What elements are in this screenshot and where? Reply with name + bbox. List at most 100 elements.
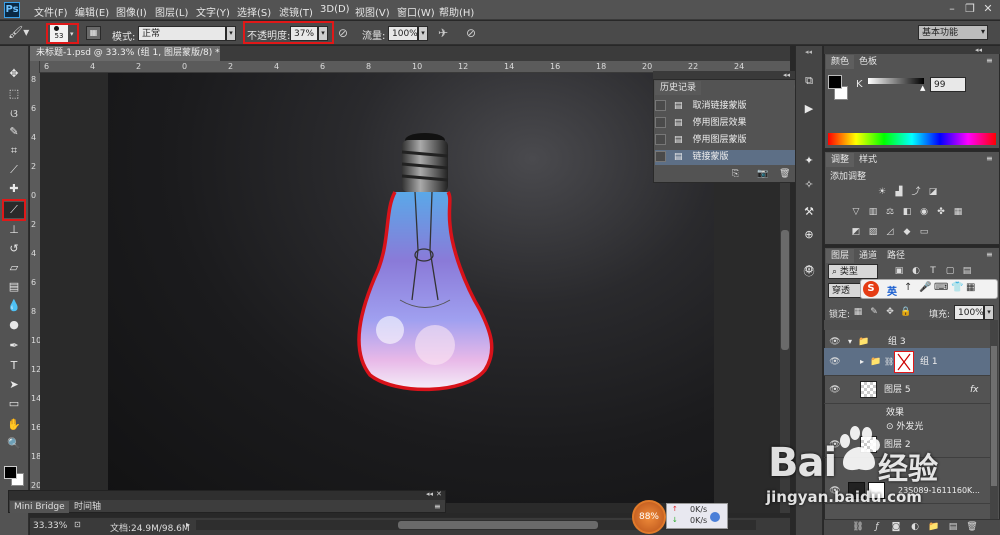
menu-edit[interactable]: 编辑(E): [75, 4, 109, 19]
tab-timeline[interactable]: 时间轴: [70, 501, 105, 513]
eraser-tool-icon[interactable]: ▱: [4, 260, 24, 276]
rectangle-tool-icon[interactable]: ▭: [4, 396, 24, 412]
posterize-icon[interactable]: ▨: [867, 226, 879, 238]
ime-voice-icon[interactable]: 🎤: [919, 282, 931, 293]
brush-panel-icon[interactable]: ✧: [800, 176, 818, 194]
actions-panel-icon[interactable]: ▶: [800, 100, 818, 118]
quick-select-tool-icon[interactable]: ✎: [4, 124, 24, 140]
vibrance-icon[interactable]: ▽: [850, 206, 862, 218]
mini-bridge-collapse-icon[interactable]: ◂◂: [426, 490, 433, 498]
history-item[interactable]: ▤ 取消链接蒙版: [655, 99, 801, 114]
mask-link-icon[interactable]: ⛓: [884, 348, 894, 376]
dodge-tool-icon[interactable]: ●: [4, 317, 24, 333]
new-snapshot-icon[interactable]: 📷: [757, 169, 768, 179]
history-tab[interactable]: 历史记录: [655, 81, 702, 95]
layers-menu-icon[interactable]: ≡: [986, 250, 993, 259]
new-layer-icon[interactable]: ▤: [947, 521, 959, 533]
tab-layers[interactable]: 图层: [826, 249, 855, 263]
tool-presets-icon[interactable]: ⚒: [800, 203, 818, 221]
filter-shape-icon[interactable]: ▢: [944, 265, 956, 277]
color-balance-icon[interactable]: ⚖: [884, 206, 896, 218]
visibility-eye-icon[interactable]: 👁: [828, 348, 842, 376]
brush-tool-preset-icon[interactable]: 🖌▾: [8, 24, 30, 41]
filter-adjustment-icon[interactable]: ◐: [910, 265, 922, 277]
pressure-opacity-icon[interactable]: ⊘: [338, 26, 348, 40]
workspace-dropdown-icon[interactable]: ▾: [981, 27, 985, 36]
color-spectrum-ramp[interactable]: [828, 133, 996, 145]
menu-layer[interactable]: 图层(L): [155, 4, 188, 19]
gradient-tool-icon[interactable]: ▤: [4, 279, 24, 295]
color-panel-collapse-icon[interactable]: ◂◂: [975, 46, 982, 54]
lock-all-icon[interactable]: 🔒: [900, 306, 912, 318]
close-button[interactable]: ✕: [980, 2, 996, 16]
adjustments-menu-icon[interactable]: ≡: [986, 154, 993, 163]
horizontal-scroll-thumb[interactable]: [398, 521, 598, 529]
link-layers-icon[interactable]: ⛓: [852, 521, 864, 533]
mini-bridge-close-icon[interactable]: ✕: [436, 490, 442, 498]
history-item[interactable]: ▤ 停用图层效果: [655, 116, 801, 131]
move-tool-icon[interactable]: ✥: [4, 66, 24, 82]
new-document-from-state-icon[interactable]: ⎘: [732, 169, 739, 179]
layer-filter-select[interactable]: ⌕ 类型: [828, 264, 878, 279]
color-lookup-icon[interactable]: ▦: [952, 206, 964, 218]
effects-badge-icon[interactable]: fx: [970, 376, 979, 404]
mini-bridge-menu-icon[interactable]: ≡: [434, 502, 441, 511]
k-slider-thumb[interactable]: ▲: [920, 84, 925, 92]
clone-stamp-tool-icon[interactable]: ⊥: [4, 222, 24, 238]
add-style-icon[interactable]: ƒ: [871, 521, 883, 533]
lasso-tool-icon[interactable]: ଓ: [4, 106, 24, 122]
layer-row-layer5[interactable]: 👁 图层 5 fx: [824, 376, 990, 404]
vertical-scroll-thumb[interactable]: [781, 230, 789, 350]
levels-icon[interactable]: ▟: [893, 186, 905, 198]
group-expand-icon[interactable]: ▸: [860, 348, 864, 376]
info-panel-icon[interactable]: ⓘ: [800, 263, 818, 281]
flow-dropdown-arrow[interactable]: ▾: [418, 26, 428, 41]
tab-swatches[interactable]: 色板: [854, 55, 882, 69]
mode-dropdown-arrow[interactable]: ▾: [226, 26, 236, 41]
lock-image-icon[interactable]: ✎: [868, 306, 880, 318]
tab-paths[interactable]: 路径: [882, 249, 910, 263]
menu-help[interactable]: 帮助(H): [439, 4, 474, 19]
layers-scroll-thumb[interactable]: [991, 346, 997, 486]
airbrush-icon[interactable]: ✈: [438, 26, 448, 40]
layer-row-group1-selected[interactable]: 👁 ▸ 📁 ⛓ 组 1: [824, 348, 990, 376]
effect-eye-icon[interactable]: ⊙: [886, 422, 896, 432]
menu-view[interactable]: 视图(V): [355, 4, 390, 19]
add-mask-icon[interactable]: ◙: [890, 521, 902, 533]
tab-styles[interactable]: 样式: [854, 153, 882, 167]
brush-presets-icon[interactable]: ✦: [800, 152, 818, 170]
opacity-input[interactable]: 37%: [290, 26, 318, 41]
speed-widget-ball[interactable]: 88%: [632, 500, 666, 534]
side-collapse-icon[interactable]: ◂◂: [805, 48, 812, 56]
layer-mask-thumbnail[interactable]: [894, 351, 914, 373]
black-white-icon[interactable]: ◧: [901, 206, 913, 218]
delete-state-icon[interactable]: 🗑: [779, 169, 790, 179]
document-size-info[interactable]: 文档:24.9M/98.6M: [110, 521, 190, 534]
foreground-color-swatch-top[interactable]: [4, 466, 17, 479]
history-item-selected[interactable]: ▤ 链接蒙版: [655, 150, 801, 165]
menu-3d[interactable]: 3D(D): [320, 4, 350, 15]
ime-tools-icon[interactable]: ▦: [966, 282, 975, 293]
brush-size-picker[interactable]: 53: [50, 25, 68, 42]
restore-button[interactable]: ❐: [962, 2, 978, 16]
delete-layer-icon[interactable]: 🗑: [966, 521, 978, 533]
ime-keyboard-icon[interactable]: ⌨: [934, 282, 948, 293]
type-tool-icon[interactable]: T: [4, 358, 24, 374]
pressure-size-icon[interactable]: ⊘: [466, 26, 476, 40]
filter-smart-icon[interactable]: ▤: [961, 265, 973, 277]
brightness-contrast-icon[interactable]: ☀: [876, 186, 888, 198]
menu-type[interactable]: 文字(Y): [196, 4, 230, 19]
blur-tool-icon[interactable]: 💧: [4, 298, 24, 314]
channel-mixer-icon[interactable]: ✤: [935, 206, 947, 218]
zoom-tool-icon[interactable]: 🔍: [4, 436, 24, 452]
sogou-ime-icon[interactable]: S: [863, 281, 879, 297]
eyedropper-tool-icon[interactable]: ⟋: [4, 162, 24, 178]
crop-tool-icon[interactable]: ⌗: [4, 143, 24, 159]
brush-panel-toggle-icon[interactable]: ▦: [86, 26, 101, 40]
tab-color[interactable]: 颜色: [826, 55, 855, 69]
photo-filter-icon[interactable]: ◉: [918, 206, 930, 218]
history-panel-icon[interactable]: ⧉: [800, 72, 818, 90]
healing-brush-tool-icon[interactable]: ✚: [4, 181, 24, 197]
threshold-icon[interactable]: ◿: [884, 226, 896, 238]
fill-input[interactable]: 100%: [954, 305, 984, 320]
